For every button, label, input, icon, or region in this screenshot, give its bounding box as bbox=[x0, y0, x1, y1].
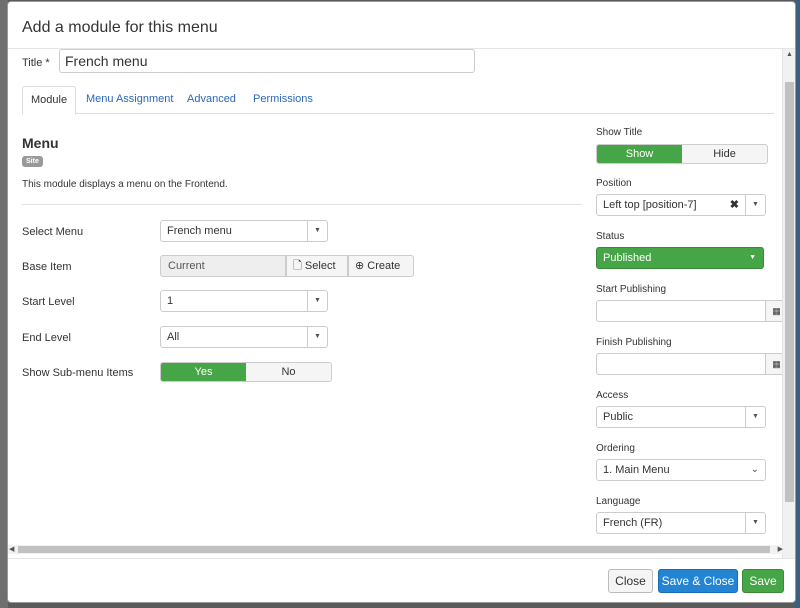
start-level-label: Start Level bbox=[22, 296, 75, 308]
show-title-show[interactable]: Show bbox=[597, 145, 682, 163]
caret-down-icon: ▼ bbox=[307, 221, 327, 241]
modal-title: Add a module for this menu bbox=[22, 19, 218, 36]
access-value: Public bbox=[603, 411, 633, 423]
tab-menu-assignment[interactable]: Menu Assignment bbox=[78, 86, 181, 114]
start-level-dropdown[interactable]: 1 ▼ bbox=[160, 290, 328, 312]
status-value: Published bbox=[603, 252, 652, 264]
select-menu-value: French menu bbox=[167, 225, 232, 237]
finish-publishing-label: Finish Publishing bbox=[596, 337, 672, 348]
scroll-right-arrow-icon[interactable]: ▶ bbox=[778, 545, 783, 553]
scroll-left-arrow-icon[interactable]: ◀ bbox=[9, 545, 14, 553]
end-level-label: End Level bbox=[22, 332, 71, 344]
save-close-button[interactable]: Save & Close bbox=[658, 569, 738, 593]
module-tabs: Module Menu Assignment Advanced Permissi… bbox=[22, 82, 774, 115]
select-menu-dropdown[interactable]: French menu ▼ bbox=[160, 220, 328, 242]
horizontal-scrollbar[interactable]: ◀ ▶ bbox=[8, 545, 784, 554]
select-menu-label: Select Menu bbox=[22, 226, 84, 238]
module-modal: Add a module for this menu Title * Frenc… bbox=[7, 1, 796, 603]
module-name: Menu bbox=[22, 135, 59, 151]
language-value: French (FR) bbox=[603, 517, 663, 529]
tab-module[interactable]: Module bbox=[22, 86, 77, 115]
vertical-scrollbar[interactable]: ▲ bbox=[782, 49, 795, 559]
file-icon: 🗋 bbox=[293, 260, 302, 272]
select-button-label: Select bbox=[304, 260, 336, 272]
modal-header: Add a module for this menu bbox=[8, 2, 795, 49]
language-label: Language bbox=[596, 496, 641, 507]
caret-down-icon: ▼ bbox=[745, 513, 765, 533]
title-input[interactable]: French menu bbox=[59, 49, 475, 73]
position-label: Position bbox=[596, 178, 632, 189]
finish-publishing-input[interactable]: ▦ bbox=[596, 353, 788, 375]
language-dropdown[interactable]: French (FR) ▼ bbox=[596, 512, 766, 534]
show-submenu-no[interactable]: No bbox=[246, 363, 331, 381]
show-title-label: Show Title bbox=[596, 127, 643, 138]
show-title-hide[interactable]: Hide bbox=[682, 145, 767, 163]
base-item-label: Base Item bbox=[22, 261, 72, 273]
caret-down-icon: ▼ bbox=[307, 291, 327, 311]
modal-body: Title * French menu Module Menu Assignme… bbox=[8, 49, 795, 546]
caret-down-icon: ▼ bbox=[745, 407, 765, 427]
show-submenu-yes[interactable]: Yes bbox=[161, 363, 246, 381]
caret-down-icon: ▼ bbox=[749, 254, 756, 261]
position-value: Left top [position-7] bbox=[603, 199, 697, 211]
start-level-value: 1 bbox=[167, 295, 174, 307]
status-dropdown[interactable]: Published ▼ bbox=[596, 247, 764, 269]
horizontal-scroll-thumb[interactable] bbox=[18, 546, 770, 553]
caret-down-icon: ▼ bbox=[307, 327, 327, 347]
title-label: Title * bbox=[22, 57, 50, 69]
base-item-input: Current bbox=[160, 255, 286, 277]
status-label: Status bbox=[596, 231, 625, 242]
ordering-value: 1. Main Menu bbox=[603, 464, 670, 476]
access-dropdown[interactable]: Public ▼ bbox=[596, 406, 766, 428]
show-submenu-label: Show Sub-menu Items bbox=[22, 367, 134, 379]
chevron-down-icon: ⌄ bbox=[750, 464, 759, 475]
end-level-value: All bbox=[167, 331, 180, 343]
ordering-label: Ordering bbox=[596, 443, 635, 454]
module-description: This module displays a menu on the Front… bbox=[22, 179, 228, 190]
modal-footer: Close Save & Close Save bbox=[8, 558, 795, 602]
start-publishing-label: Start Publishing bbox=[596, 284, 667, 295]
create-button-label: Create bbox=[367, 260, 401, 272]
ordering-dropdown[interactable]: 1. Main Menu ⌄ bbox=[596, 459, 766, 481]
close-button[interactable]: Close bbox=[608, 569, 653, 593]
show-title-toggle: Show Hide bbox=[596, 144, 768, 164]
base-item-create-button[interactable]: ⊕ Create bbox=[348, 255, 414, 277]
position-dropdown[interactable]: Left top [position-7] ✖ ▼ bbox=[596, 194, 766, 216]
tab-permissions[interactable]: Permissions bbox=[245, 86, 321, 114]
scroll-up-arrow-icon[interactable]: ▲ bbox=[786, 51, 793, 58]
base-item-select-button[interactable]: 🗋 Select bbox=[286, 255, 348, 277]
tab-advanced[interactable]: Advanced bbox=[179, 86, 244, 114]
end-level-dropdown[interactable]: All ▼ bbox=[160, 326, 328, 348]
show-submenu-toggle: Yes No bbox=[160, 362, 332, 382]
save-button[interactable]: Save bbox=[742, 569, 784, 593]
clear-x-icon[interactable]: ✖ bbox=[730, 195, 739, 215]
start-publishing-input[interactable]: ▦ bbox=[596, 300, 788, 322]
site-badge: Site bbox=[22, 156, 43, 167]
caret-down-icon: ▼ bbox=[745, 195, 765, 215]
access-label: Access bbox=[596, 390, 629, 401]
vertical-scroll-thumb[interactable] bbox=[785, 82, 794, 502]
divider bbox=[22, 204, 582, 205]
plus-circle-icon: ⊕ bbox=[355, 260, 365, 272]
